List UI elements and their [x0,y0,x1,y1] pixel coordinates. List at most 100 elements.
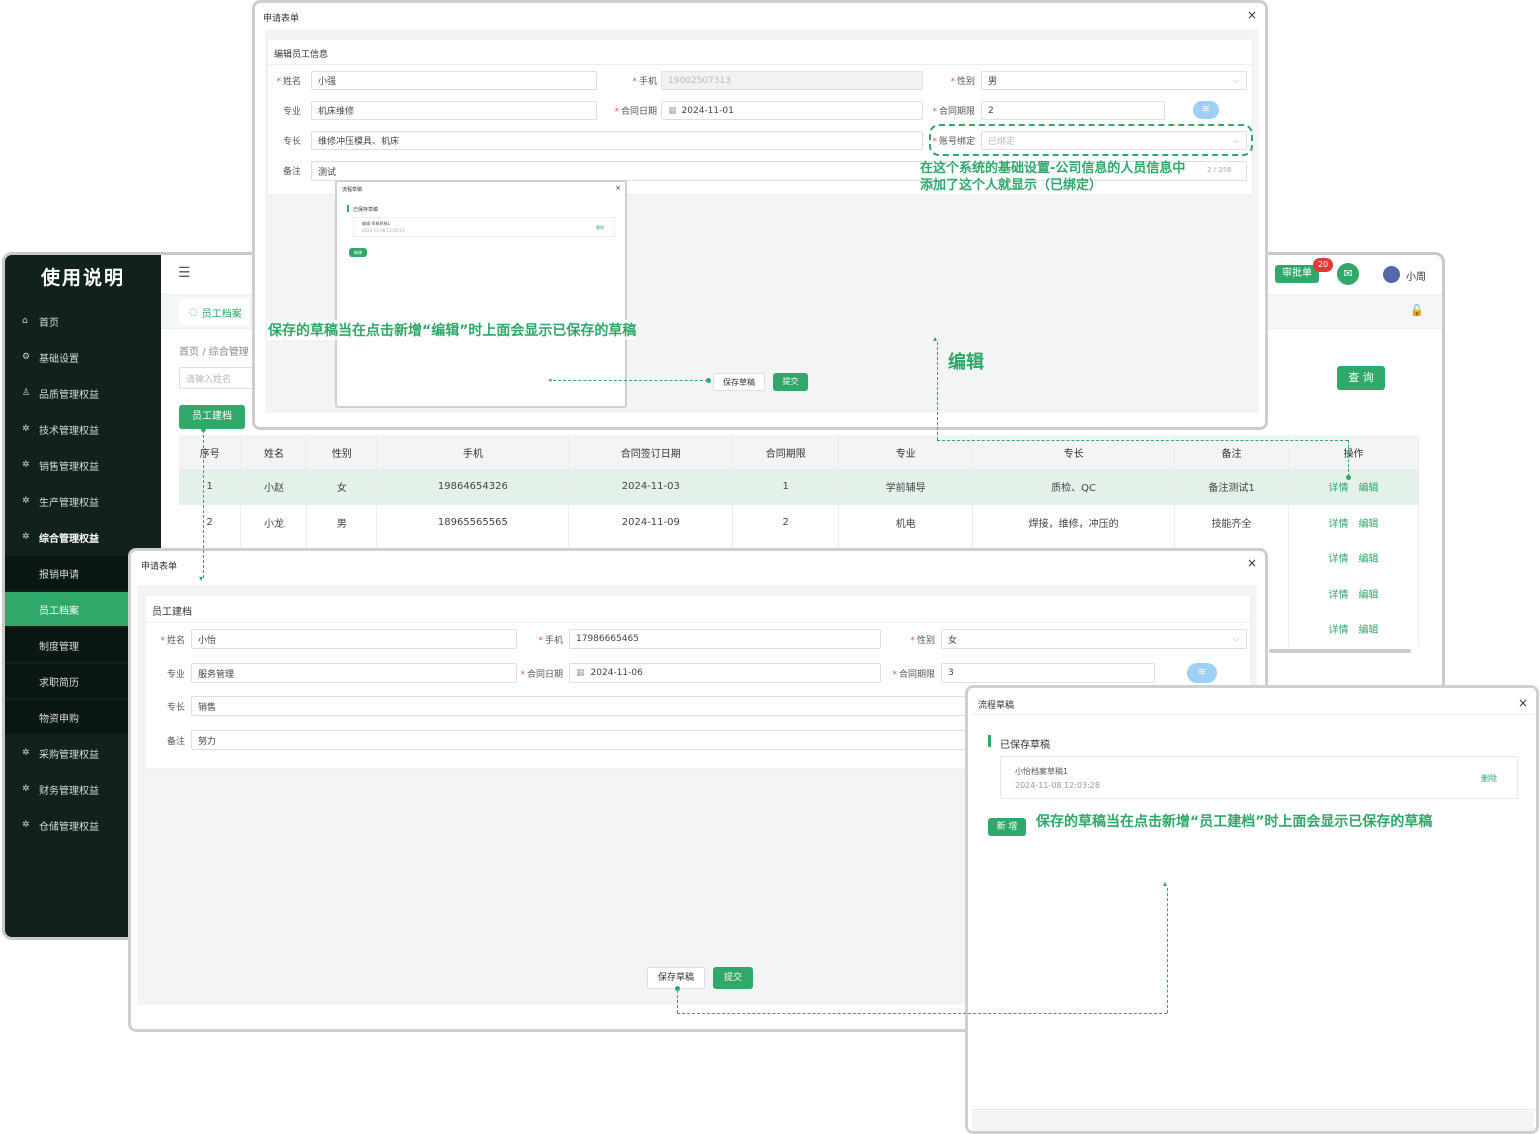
account-binding-note: 在这个系统的基础设置-公司信息的人员信息中 添加了这个人就显示（已绑定） [920,161,1186,193]
remark-label: 备注 [282,167,301,177]
user-name[interactable]: 小周 [1406,268,1426,283]
date-input[interactable]: ▦ 2024-11-01 [661,101,923,120]
name-input[interactable]: 小怡 [191,629,517,649]
window-title: 申请表单 [263,14,300,24]
connector-dot [1346,475,1351,480]
edit-label-note: 编辑 [948,352,984,373]
name-label: * 姓名 [160,636,185,646]
arrow-left-icon: ◂ [548,376,552,384]
draft-section-title: 已保存草稿 [1000,740,1050,751]
create-archive-button[interactable]: 员工建档 [179,405,245,429]
query-button[interactable]: 查 询 [1337,366,1385,390]
refresh-icon: ◌ [189,306,198,318]
sidebar-item-tech[interactable]: ✲ 技术管理权益 [5,412,161,446]
detail-link[interactable]: 详情 [1329,590,1349,601]
table-scrollbar[interactable] [1269,649,1411,653]
edit-link[interactable]: 编辑 [1359,483,1379,494]
mail-icon[interactable]: ✉ [1337,263,1359,285]
delete-link[interactable]: 删除 [596,225,604,231]
phone-input[interactable]: 17986665465 [569,629,881,649]
detail-link[interactable]: 详情 [1329,625,1349,636]
major-input[interactable]: 机床维修 [311,101,597,120]
close-icon[interactable]: × [1247,8,1257,22]
sidebar-item-home[interactable]: ⌂ 首页 [5,304,161,338]
home-icon: ⌂ [22,316,28,326]
window-title: 流程草稿 [342,187,363,193]
skill-label: 专长 [166,703,185,713]
connector-line [1348,440,1349,477]
term-label: * 合同期限 [892,670,935,680]
arrow-up-icon: ▴ [933,334,938,343]
module-icon: ✲ [22,820,30,830]
term-input[interactable]: 3 [941,663,1155,683]
sidebar-item-production[interactable]: ✲ 生产管理权益 [5,484,161,518]
account-highlight-box [929,124,1253,156]
col-header: 合同签订日期 [568,435,734,469]
mini-draft-window: 流程草稿 × 已保存草稿 编辑-草稿草稿1 2024-11-08 11:50:5… [335,180,627,408]
detail-link[interactable]: 详情 [1329,554,1349,565]
remark-label: 备注 [166,737,185,747]
name-label: * 姓名 [276,77,301,87]
table-row[interactable]: 1 小赵女 19864654326 2024-11-03 1 学前辅导 质检、QC 备注测试1… [179,469,1419,505]
app-title: 使用说明 [40,267,125,289]
module-icon: ✲ [22,424,30,434]
major-input[interactable]: 服务管理 [191,663,517,683]
section-title: 编辑员工信息 [274,50,329,60]
remark-char-count: 2 / 256 [1207,166,1232,174]
new-draft-button[interactable]: 新 增 [988,818,1026,836]
term-unit-pill: 年 [1187,663,1217,683]
avatar[interactable] [1383,266,1400,283]
sidebar-item-quality[interactable]: ♙ 品质管理权益 [5,376,161,410]
window-title: 申请表单 [141,562,178,572]
lock-icon[interactable]: 🔓 [1410,304,1424,317]
table-row[interactable]: 2 小龙男 18965565565 2024-11-09 2 机电 焊接，维修，冲压的 技能齐… [179,504,1419,540]
save-draft-button[interactable]: 保存草稿 [713,373,765,391]
detail-link[interactable]: 详情 [1329,483,1349,494]
term-input[interactable]: 2 [981,101,1165,120]
approval-count-badge: 20 [1313,258,1333,272]
edit-link[interactable]: 编辑 [1359,590,1379,601]
tab-employee-archive[interactable]: ◌ 员工档案 [179,299,249,325]
edit-link[interactable]: 编辑 [1359,554,1379,565]
submit-button[interactable]: 提交 [713,967,753,989]
connector-line [937,440,1348,441]
chevron-down-icon: ⌵ [1232,634,1239,643]
calendar-icon: ▦ [668,105,677,116]
sidebar-item-sales[interactable]: ✲ 销售管理权益 [5,448,161,482]
arrow-down-icon: ▾ [199,574,204,583]
module-icon: ✲ [22,784,30,794]
draft-item[interactable]: 小怡档案草稿1 2024-11-08 12:03:28 删除 [1000,756,1518,799]
detail-link[interactable]: 详情 [1329,519,1349,530]
term-label: * 合同期限 [932,107,975,117]
name-input[interactable]: 小强 [311,71,597,90]
close-icon[interactable]: × [1247,556,1257,570]
date-label: * 合同日期 [614,107,657,117]
calendar-icon: ▦ [576,668,585,678]
date-input[interactable]: ▦ 2024-11-06 [569,663,881,683]
col-header: 序号 [179,435,242,469]
module-icon: ✲ [22,460,30,470]
major-label: 专业 [282,107,301,117]
col-header: 合同期限 [732,435,840,469]
approval-button[interactable]: 审批单 [1275,265,1319,283]
draft-item-name: 小怡档案草稿1 [1015,767,1069,776]
gender-select[interactable]: 女 ⌵ [941,629,1247,649]
new-draft-button[interactable]: 新增 [349,248,367,257]
connector-line [677,990,678,1013]
edit-link[interactable]: 编辑 [1359,519,1379,530]
skill-input[interactable]: 维修冲压模具、机床 [311,131,923,150]
delete-link[interactable]: 删除 [1481,773,1497,784]
phone-input[interactable]: 19002507313 [661,71,923,90]
close-icon[interactable]: × [615,184,621,192]
module-icon: ✲ [22,748,30,758]
gender-label: * 性别 [910,636,935,646]
section-title: 员工建档 [152,607,192,618]
edit-link[interactable]: 编辑 [1359,625,1379,636]
module-icon: ✲ [22,532,30,542]
gender-select[interactable]: 男 ⌵ [981,71,1247,90]
close-icon[interactable]: × [1518,696,1528,710]
sidebar-item-basic-settings[interactable]: ⚙ 基础设置 [5,340,161,374]
submit-button[interactable]: 提交 [773,373,808,391]
draft-item[interactable]: 编辑-草稿草稿1 2024-11-08 11:50:51 删除 [353,217,615,237]
menu-collapse-icon[interactable]: ☰ [178,265,191,281]
